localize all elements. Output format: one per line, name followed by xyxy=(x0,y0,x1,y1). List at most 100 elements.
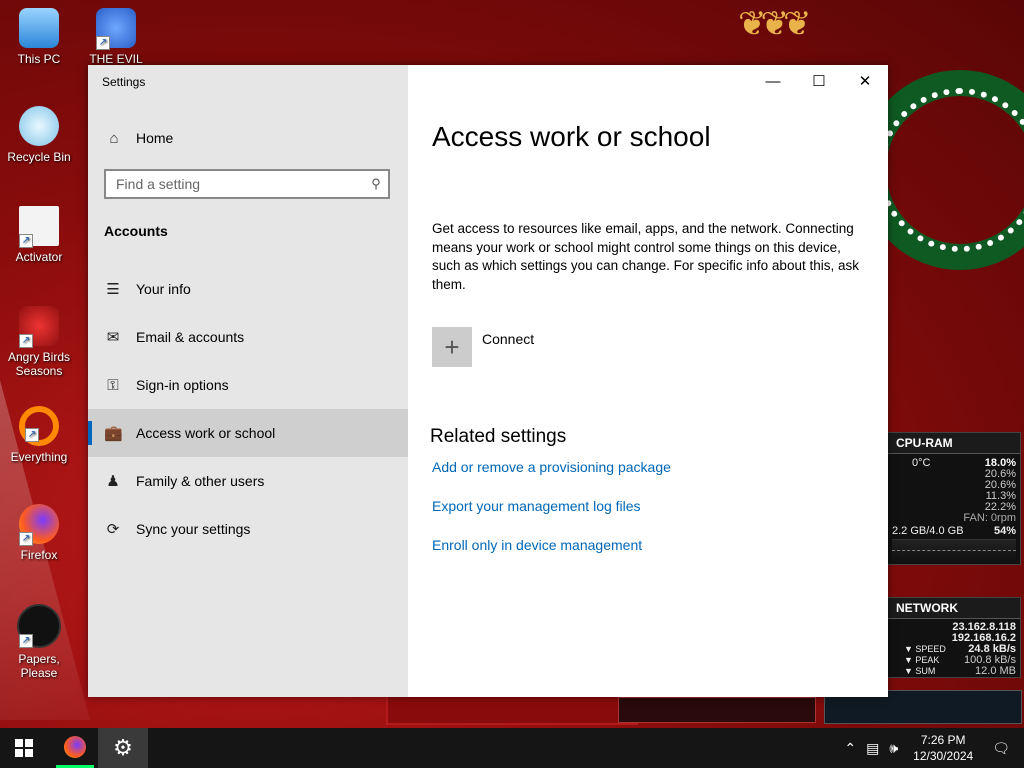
sidebar-item-label: Family & other users xyxy=(136,473,265,489)
plus-icon: + xyxy=(432,327,472,367)
desktop-icon-the-evil[interactable]: ↗ THE EVIL xyxy=(78,8,154,66)
network-title: NETWORK xyxy=(888,598,1020,619)
windows-logo-icon xyxy=(15,739,33,757)
taskbar: ⚙ ⌃ ▤ 🕪 7:26 PM 12/30/2024 🗨 xyxy=(0,728,1024,768)
settings-content: — ☐ ✕ Access work or school Get access t… xyxy=(408,65,888,697)
window-controls: — ☐ ✕ xyxy=(750,65,888,97)
minimize-button[interactable]: — xyxy=(750,65,796,97)
speed-label: SPEED xyxy=(915,644,946,654)
cpu-ram-widget: CPU-RAM 0°C 18.0% 20.6% 20.6% 11.3% 22.2%… xyxy=(887,432,1021,565)
shortcut-arrow-icon: ↗ xyxy=(96,36,110,50)
fan-speed: FAN: 0rpm xyxy=(963,512,1016,524)
home-label: Home xyxy=(136,130,174,146)
users-icon: ↗ xyxy=(96,8,136,50)
desktop-icon-label: Activator xyxy=(15,250,63,264)
recycle-bin-icon xyxy=(19,106,59,146)
search-magnifier-icon: ↗ xyxy=(19,406,59,446)
computer-icon xyxy=(19,8,59,48)
key-icon: ⚿ xyxy=(107,376,119,394)
section-heading: Accounts xyxy=(104,223,168,239)
desktop-icon-angry-birds[interactable]: ↗ Angry Birds Seasons xyxy=(0,306,78,378)
search-input[interactable] xyxy=(106,175,364,193)
desktop-icon-papers-please[interactable]: ↗ Papers, Please xyxy=(0,604,78,680)
network-widget: NETWORK 23.162.8.118 192.168.16.2 ▼ SPEE… xyxy=(887,597,1021,678)
minimize-icon: — xyxy=(765,72,781,90)
related-settings-heading: Related settings xyxy=(430,426,567,447)
volume-icon[interactable]: 🕪 xyxy=(889,740,898,757)
link-export-management-log[interactable]: Export your management log files xyxy=(432,498,641,514)
accounts-nav: ☰ Your info ✉ Email & accounts ⚿ Sign-in… xyxy=(88,265,408,553)
sidebar-item-label: Sign-in options xyxy=(136,377,229,393)
peak-label: PEAK xyxy=(915,655,940,665)
desktop-icon-firefox[interactable]: ↗ Firefox xyxy=(0,504,78,562)
mail-icon: ✉ xyxy=(106,329,120,346)
close-icon: ✕ xyxy=(858,73,872,90)
cpu-graph xyxy=(892,539,1016,562)
person-card-icon: ☰ xyxy=(106,281,120,298)
sidebar-item-label: Sync your settings xyxy=(136,521,251,537)
taskbar-settings[interactable]: ⚙ xyxy=(98,728,148,768)
person-add-icon: ♟ xyxy=(106,473,120,490)
search-icon: ⚲ xyxy=(371,176,381,191)
desktop-icon-this-pc[interactable]: This PC xyxy=(0,8,78,66)
clock[interactable]: 7:26 PM 12/30/2024 xyxy=(913,732,973,764)
cpu-temp: 0°C xyxy=(912,457,931,469)
meter-decoration xyxy=(618,697,816,723)
system-tray: ⌃ ▤ 🕪 7:26 PM 12/30/2024 🗨 xyxy=(839,728,1024,768)
notification-icon[interactable]: 🗨 xyxy=(992,740,1010,757)
sidebar-item-sign-in-options[interactable]: ⚿ Sign-in options xyxy=(88,361,408,409)
chevron-up-icon[interactable]: ⌃ xyxy=(844,740,856,757)
sidebar-item-sync-settings[interactable]: ⟳ Sync your settings xyxy=(88,505,408,553)
network-icon[interactable]: ▤ xyxy=(866,740,879,757)
taskbar-firefox[interactable] xyxy=(56,728,94,768)
close-button[interactable]: ✕ xyxy=(842,65,888,97)
settings-window: Settings ⌂ Home ⚲ Accounts ☰ Your info ✉… xyxy=(88,65,888,697)
cpu-ram-title: CPU-RAM xyxy=(888,433,1020,454)
sidebar-item-your-info[interactable]: ☰ Your info xyxy=(88,265,408,313)
desktop-icon-label: Papers, Please xyxy=(18,652,60,680)
papers-please-icon: ↗ xyxy=(17,604,61,648)
sidebar-item-label: Email & accounts xyxy=(136,329,245,345)
desktop-icon-label: Everything xyxy=(10,450,68,464)
clock-date: 12/30/2024 xyxy=(913,749,974,763)
desktop-icon-activator[interactable]: ↗ Activator xyxy=(0,206,78,264)
sum-label: SUM xyxy=(915,666,936,676)
sidebar-item-access-work-school[interactable]: 💼 Access work or school xyxy=(88,409,408,457)
desktop-icon-label: Angry Birds Seasons xyxy=(7,350,71,378)
link-enroll-device-management[interactable]: Enroll only in device management xyxy=(432,537,642,553)
ram-percent: 54% xyxy=(993,525,1016,537)
settings-sidebar: Settings ⌂ Home ⚲ Accounts ☰ Your info ✉… xyxy=(88,65,408,697)
sidebar-item-label: Your info xyxy=(136,281,191,297)
window-title: Settings xyxy=(102,75,146,89)
sidebar-item-family-users[interactable]: ♟ Family & other users xyxy=(88,457,408,505)
network-sum: 12.0 MB xyxy=(975,665,1016,677)
document-icon: ↗ xyxy=(19,206,59,248)
shortcut-arrow-icon: ↗ xyxy=(19,234,33,248)
connect-button[interactable]: + Connect xyxy=(432,327,534,367)
home-nav-item[interactable]: ⌂ Home xyxy=(88,123,408,153)
desktop-icon-label: This PC xyxy=(17,52,61,66)
desktop-icon-label: Firefox xyxy=(20,548,58,562)
shortcut-arrow-icon: ↗ xyxy=(19,334,33,348)
search-box[interactable]: ⚲ xyxy=(104,169,390,199)
connect-label: Connect xyxy=(482,331,535,347)
maximize-button[interactable]: ☐ xyxy=(796,65,842,97)
page-title: Access work or school xyxy=(432,121,711,152)
sidebar-item-email-accounts[interactable]: ✉ Email & accounts xyxy=(88,313,408,361)
desktop-icon-label: Recycle Bin xyxy=(7,150,71,164)
sidebar-item-label: Access work or school xyxy=(136,425,276,441)
reindeer-decoration: ❦❦❦ xyxy=(738,5,811,43)
gear-icon: ⚙ xyxy=(113,735,133,760)
desktop-icon-everything[interactable]: ↗ Everything xyxy=(0,406,78,464)
angry-birds-icon: ↗ xyxy=(19,306,59,348)
page-description: Get access to resources like email, apps… xyxy=(432,221,859,292)
briefcase-icon: 💼 xyxy=(104,425,123,442)
clock-time: 7:26 PM xyxy=(920,733,966,747)
start-button[interactable] xyxy=(0,728,48,768)
firefox-icon: ↗ xyxy=(19,504,59,546)
shortcut-arrow-icon: ↗ xyxy=(19,532,33,546)
maximize-icon: ☐ xyxy=(812,73,826,90)
desktop-icon-recycle-bin[interactable]: Recycle Bin xyxy=(0,106,78,164)
ram-usage: 2.2 GB/4.0 GB xyxy=(892,525,964,537)
link-provisioning-package[interactable]: Add or remove a provisioning package xyxy=(432,459,671,475)
